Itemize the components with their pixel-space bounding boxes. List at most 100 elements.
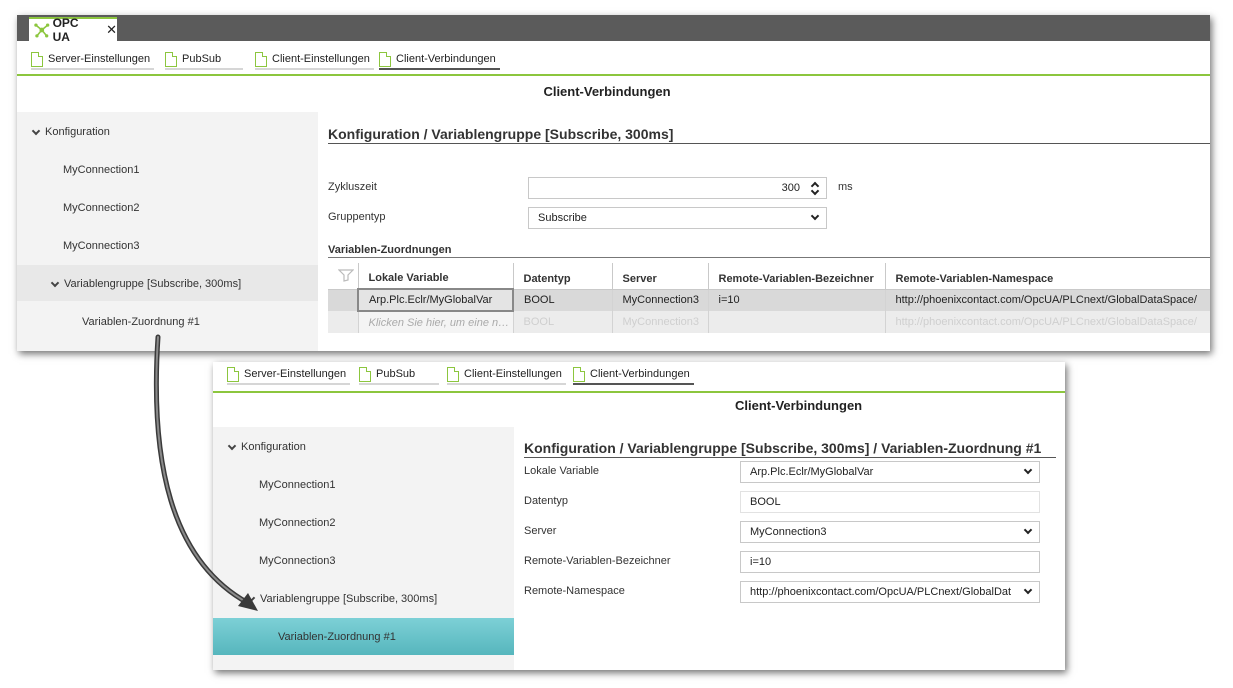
cell-new-bezeichner[interactable] <box>707 311 885 333</box>
tree-item-myconnection3[interactable]: MyConnection3 <box>259 555 335 567</box>
cell-new-namespace[interactable]: http://phoenixcontact.com/OpcUA/PLCnext/… <box>884 311 1210 333</box>
opcua-window-bottom: Server-Einstellungen PubSub Client-Einst… <box>213 362 1065 670</box>
opc-ua-network-icon <box>34 23 50 38</box>
section-heading: Konfiguration / Variablengruppe [Subscri… <box>524 440 1056 458</box>
tree-item-label: Konfiguration <box>45 126 110 138</box>
col-lokale-variable[interactable]: Lokale Variable <box>357 263 513 290</box>
local-variable-select[interactable]: Arp.Plc.Eclr/MyGlobalVar <box>740 461 1040 483</box>
tree-item-myconnection2[interactable]: MyConnection2 <box>259 517 335 529</box>
table-row-new[interactable]: Klicken Sie hier, um eine n… BOOL MyConn… <box>328 311 1210 333</box>
window-titlebar: OPC UA ✕ <box>17 15 1210 44</box>
document-icon <box>447 366 459 382</box>
tree-item-myconnection3[interactable]: MyConnection3 <box>63 240 139 252</box>
field-label: Remote-Namespace <box>524 585 625 597</box>
group-type-label: Gruppentyp <box>328 211 386 223</box>
tab-strip: Server-Einstellungen PubSub Client-Einst… <box>213 362 1065 393</box>
tab-strip: Server-Einstellungen PubSub Client-Einst… <box>17 41 1210 76</box>
tab-pubsub[interactable]: PubSub <box>165 50 243 70</box>
document-icon <box>31 51 43 67</box>
app-tab-opcua[interactable]: OPC UA ✕ <box>29 16 117 44</box>
config-tree: Konfiguration MyConnection1 MyConnection… <box>17 112 318 351</box>
chevron-down-icon <box>228 443 236 451</box>
chevron-down-icon <box>247 595 255 603</box>
tree-item-variablengruppe[interactable]: Variablengruppe [Subscribe, 300ms] <box>247 593 437 605</box>
field-label: Remote-Variablen-Bezeichner <box>524 555 671 567</box>
field-value: MyConnection3 <box>750 526 827 538</box>
app-tab-label: OPC UA <box>52 16 79 44</box>
tree-item-label: Variablen-Zuordnung #1 <box>82 316 200 328</box>
filter-icon-cell[interactable] <box>328 263 358 290</box>
tree-item-variablen-zuordnung[interactable]: Variablen-Zuordnung #1 <box>278 631 396 643</box>
table-header-row: Lokale Variable Datentyp Server Remote-V… <box>328 263 1210 290</box>
select-arrow-icon <box>810 211 820 221</box>
tree-item-label: Konfiguration <box>241 441 306 453</box>
tab-label: Server-Einstellungen <box>244 368 347 380</box>
tree-item-variablen-zuordnung[interactable]: Variablen-Zuordnung #1 <box>82 316 200 328</box>
tab-client-verbindungen[interactable]: Client-Verbindungen <box>379 50 500 70</box>
tree-item-variablengruppe[interactable]: Variablengruppe [Subscribe, 300ms] <box>51 278 241 290</box>
tab-label: Server-Einstellungen <box>48 53 151 65</box>
chevron-down-icon <box>51 280 59 288</box>
tree-item-label: MyConnection2 <box>63 202 140 214</box>
cell-new-datentyp[interactable]: BOOL <box>512 311 612 333</box>
remote-identifier-input[interactable]: i=10 <box>740 551 1040 573</box>
tab-server-einstellungen[interactable]: Server-Einstellungen <box>31 50 155 70</box>
tree-item-label: Variablengruppe [Subscribe, 300ms] <box>64 278 242 290</box>
page-title: Client-Verbindungen <box>735 398 863 413</box>
cycle-unit: ms <box>838 181 853 193</box>
document-icon <box>165 51 177 67</box>
tree-item-myconnection2[interactable]: MyConnection2 <box>63 202 139 214</box>
select-arrow-icon <box>1023 525 1033 535</box>
cell-remote-bezeichner[interactable]: i=10 <box>707 289 885 311</box>
cycle-time-value: 300 <box>781 182 800 194</box>
cell-new-placeholder[interactable]: Klicken Sie hier, um eine n… <box>357 311 513 333</box>
tab-client-verbindungen[interactable]: Client-Verbindungen <box>573 365 694 385</box>
tree-item-label: Variablen-Zuordnung #1 <box>278 631 396 643</box>
group-type-value: Subscribe <box>538 212 587 224</box>
tree-item-label: MyConnection3 <box>259 555 336 567</box>
cell-datentyp[interactable]: BOOL <box>512 289 612 311</box>
field-label: Server <box>524 525 557 537</box>
document-icon <box>359 366 371 382</box>
row-handle <box>328 311 358 333</box>
filter-icon <box>337 268 355 282</box>
tab-pubsub[interactable]: PubSub <box>359 365 439 385</box>
close-icon[interactable]: ✕ <box>106 22 117 38</box>
tree-item-konfiguration[interactable]: Konfiguration <box>228 441 306 453</box>
tab-client-einstellungen[interactable]: Client-Einstellungen <box>255 50 374 70</box>
tree-item-konfiguration[interactable]: Konfiguration <box>32 126 110 138</box>
tab-client-einstellungen[interactable]: Client-Einstellungen <box>447 365 566 385</box>
tab-server-einstellungen[interactable]: Server-Einstellungen <box>227 365 351 385</box>
row-handle <box>328 289 358 311</box>
table-row[interactable]: Arp.Plc.Eclr/MyGlobalVar BOOL MyConnecti… <box>328 288 1210 312</box>
cell-remote-namespace[interactable]: http://phoenixcontact.com/OpcUA/PLCnext/… <box>884 289 1210 311</box>
tree-item-label: MyConnection1 <box>63 164 140 176</box>
section-heading: Konfiguration / Variablengruppe [Subscri… <box>328 126 1210 144</box>
col-datentyp[interactable]: Datentyp <box>512 263 612 290</box>
tree-item-myconnection1[interactable]: MyConnection1 <box>63 164 139 176</box>
document-icon <box>227 366 239 382</box>
col-remote-namespace[interactable]: Remote-Variablen-Namespace <box>884 263 1210 290</box>
field-value: Arp.Plc.Eclr/MyGlobalVar <box>750 466 874 478</box>
select-arrow-icon <box>1023 585 1033 595</box>
group-type-select[interactable]: Subscribe <box>528 207 827 229</box>
cycle-time-label: Zykluszeit <box>328 181 377 193</box>
spin-icon[interactable] <box>810 180 820 197</box>
document-icon <box>573 366 585 382</box>
server-select[interactable]: MyConnection3 <box>740 521 1040 543</box>
opcua-window-top: OPC UA ✕ Server-Einstellungen PubSub Cli… <box>17 15 1210 351</box>
remote-namespace-select[interactable]: http://phoenixcontact.com/OpcUA/PLCnext/… <box>740 581 1040 603</box>
cell-server[interactable]: MyConnection3 <box>611 289 708 311</box>
field-value: i=10 <box>750 556 772 568</box>
tab-label: Client-Einstellungen <box>464 368 562 380</box>
cycle-time-input[interactable]: 300 <box>528 177 827 199</box>
col-server[interactable]: Server <box>611 263 708 290</box>
field-label: Lokale Variable <box>524 465 600 477</box>
tree-item-label: MyConnection2 <box>259 517 336 529</box>
field-value: BOOL <box>750 496 781 508</box>
tree-item-label: MyConnection1 <box>259 479 336 491</box>
cell-new-server[interactable]: MyConnection3 <box>611 311 708 333</box>
tree-item-myconnection1[interactable]: MyConnection1 <box>259 479 335 491</box>
cell-lokale-variable[interactable]: Arp.Plc.Eclr/MyGlobalVar <box>357 288 514 312</box>
col-remote-bezeichner[interactable]: Remote-Variablen-Bezeichner <box>707 263 885 290</box>
